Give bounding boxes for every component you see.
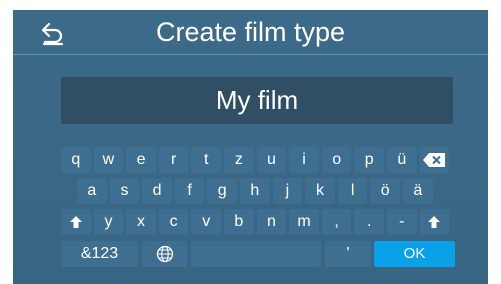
key-a[interactable]: a	[77, 178, 107, 204]
key-k[interactable]: k	[305, 178, 335, 204]
key-l[interactable]: l	[337, 178, 368, 204]
key-r[interactable]: r	[158, 147, 189, 173]
key-apostrophe[interactable]: '	[325, 241, 371, 267]
key-p-label: p	[364, 151, 374, 168]
key-t-label: t	[204, 151, 209, 168]
symbols-key[interactable]: &123	[61, 241, 138, 267]
key-m-label: m	[297, 213, 311, 230]
key-h[interactable]: h	[240, 178, 270, 204]
ok-button-label: OK	[403, 245, 426, 262]
shift-up-icon	[420, 209, 450, 235]
key-dash[interactable]: -	[387, 209, 417, 235]
key-e-label: e	[136, 151, 146, 168]
key-q-label: q	[71, 151, 81, 168]
backspace-key[interactable]	[419, 147, 450, 173]
key-e[interactable]: e	[126, 147, 156, 173]
key-n-label: n	[266, 213, 276, 230]
key-o-label: o	[332, 151, 342, 168]
key-f-label: f	[187, 182, 192, 199]
key-ä-label: ä	[413, 182, 423, 199]
key-o[interactable]: o	[321, 147, 352, 173]
key-t[interactable]: t	[191, 147, 222, 173]
symbols-key-label: &123	[80, 245, 119, 262]
key-ü[interactable]: ü	[387, 147, 417, 173]
key-q[interactable]: q	[61, 147, 91, 173]
key-i[interactable]: i	[289, 147, 319, 173]
language-key[interactable]	[142, 241, 187, 267]
key-comma[interactable]: ,	[321, 209, 352, 235]
key-d[interactable]: d	[142, 178, 172, 204]
key-f[interactable]: f	[174, 178, 205, 204]
key-n[interactable]: n	[256, 209, 287, 235]
header-divider	[13, 54, 488, 55]
space-key[interactable]	[191, 241, 321, 267]
key-ö-label: ö	[380, 182, 390, 199]
film-name-input[interactable]: My film	[61, 77, 453, 124]
key-c-label: c	[169, 213, 178, 230]
key-p[interactable]: p	[354, 147, 385, 173]
key-apostrophe-label: '	[346, 245, 350, 262]
key-ü-label: ü	[397, 151, 407, 168]
key-period[interactable]: .	[354, 209, 385, 235]
ok-button[interactable]: OK	[374, 241, 455, 267]
key-dash-label: -	[399, 213, 405, 230]
key-k-label: k	[316, 182, 325, 199]
key-comma-label: ,	[334, 213, 339, 230]
shift-key-right[interactable]	[419, 209, 450, 235]
key-ö[interactable]: ö	[370, 178, 401, 204]
key-j[interactable]: j	[272, 178, 303, 204]
key-a-label: a	[87, 182, 97, 199]
key-v[interactable]: v	[191, 209, 222, 235]
key-w[interactable]: w	[93, 147, 124, 173]
key-d-label: d	[152, 182, 162, 199]
key-v-label: v	[202, 213, 211, 230]
screen: Create film type My film q w e r t z u i o p ü a s d f…	[13, 10, 488, 284]
globe-icon	[142, 241, 187, 267]
key-b[interactable]: b	[224, 209, 254, 235]
key-j-label: j	[285, 182, 290, 199]
key-z[interactable]: z	[224, 147, 254, 173]
key-y[interactable]: y	[93, 209, 124, 235]
key-b-label: b	[234, 213, 244, 230]
key-ä[interactable]: ä	[403, 178, 433, 204]
key-c[interactable]: c	[158, 209, 189, 235]
key-i-label: i	[302, 151, 306, 168]
key-period-label: .	[367, 213, 372, 230]
backspace-icon	[420, 147, 450, 173]
page-title: Create film type	[155, 17, 346, 47]
key-u-label: u	[266, 151, 276, 168]
key-u[interactable]: u	[256, 147, 287, 173]
key-w-label: w	[102, 151, 115, 168]
key-x[interactable]: x	[126, 209, 156, 235]
key-r-label: r	[170, 151, 177, 168]
key-y-label: y	[104, 213, 113, 230]
key-s-label: s	[120, 182, 129, 199]
key-g-label: g	[217, 182, 227, 199]
key-l-label: l	[350, 182, 355, 199]
shift-up-icon	[61, 209, 91, 235]
key-z-label: z	[234, 151, 243, 168]
key-s[interactable]: s	[109, 178, 140, 204]
shift-key-left[interactable]	[61, 209, 91, 235]
key-m[interactable]: m	[289, 209, 319, 235]
key-x-label: x	[137, 213, 146, 230]
key-h-label: h	[250, 182, 260, 199]
key-g[interactable]: g	[207, 178, 238, 204]
title-bar: Create film type	[13, 10, 488, 54]
